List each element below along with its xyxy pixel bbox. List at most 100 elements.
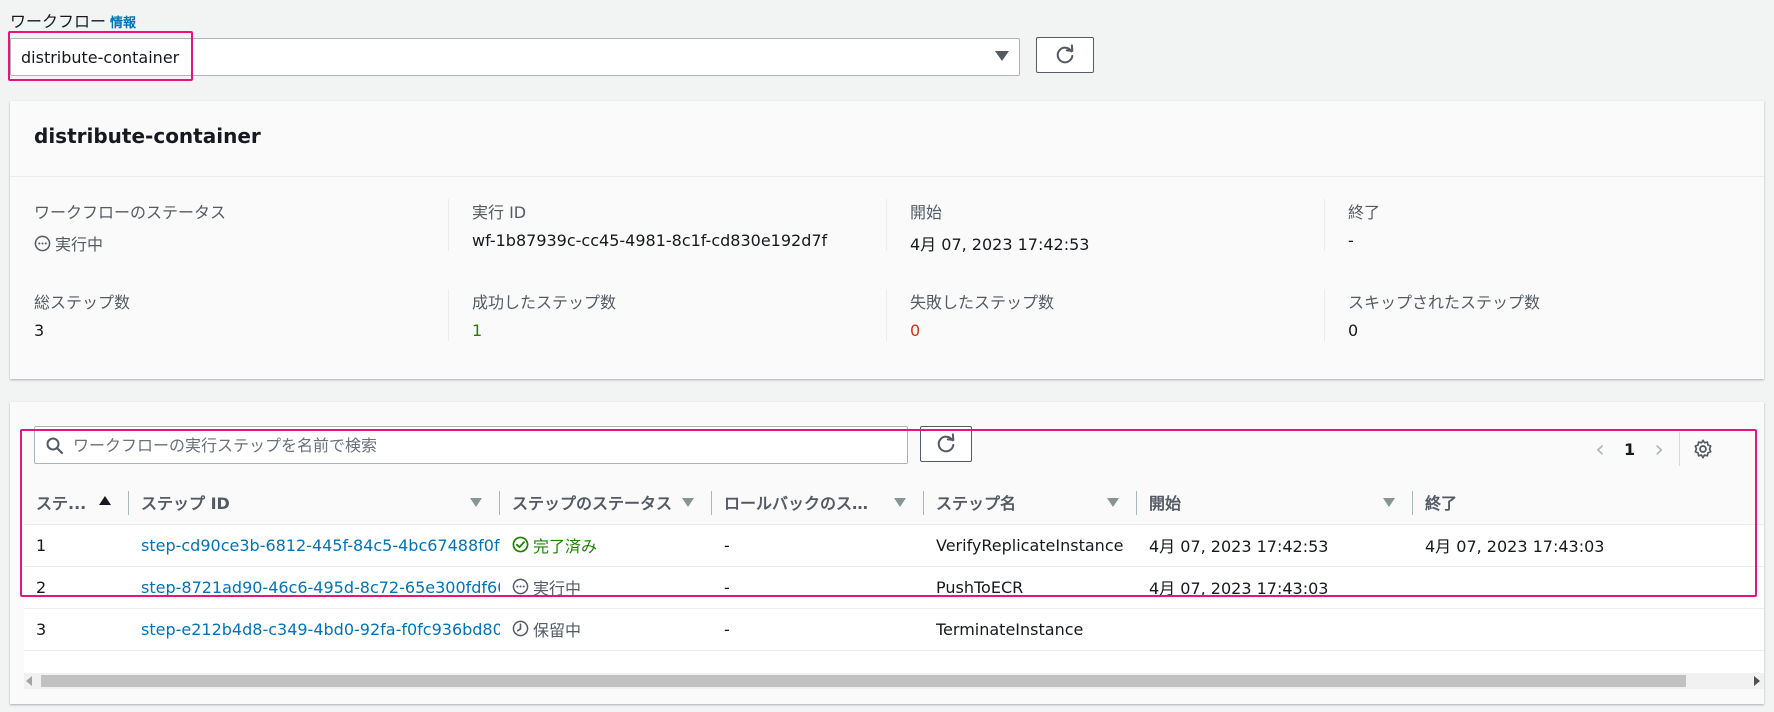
sort-icon — [470, 498, 482, 507]
info-link[interactable]: 情報 — [110, 16, 136, 31]
scroll-left-icon[interactable] — [26, 676, 32, 686]
cell-step-name: VerifyReplicateInstance — [924, 524, 1137, 567]
cell-end — [1413, 566, 1764, 609]
sort-icon — [894, 498, 906, 507]
workflow-summary-panel: distribute-container ワークフローのステータス 実行中 実行… — [10, 101, 1764, 379]
field-total-key: 総ステップ数 — [34, 293, 131, 312]
summary-body: ワークフローのステータス 実行中 実行 ID wf-1b87939c-cc45-… — [10, 178, 1764, 379]
cell-end — [1413, 608, 1764, 651]
col-header-step-name[interactable]: ステップ名 — [924, 481, 1137, 525]
step-search[interactable] — [34, 426, 908, 464]
gear-icon[interactable] — [1692, 438, 1714, 460]
col-header-step-status[interactable]: ステップのステータス — [500, 481, 712, 525]
step-search-input[interactable] — [73, 427, 893, 463]
refresh-workflows-button[interactable] — [1036, 37, 1094, 73]
field-failed-key: 失敗したステップ数 — [910, 293, 1055, 312]
field-end-value: - — [1348, 231, 1354, 250]
cell-step-status: 完了済み — [500, 524, 712, 567]
field-failed-value: 0 — [910, 321, 921, 340]
scrollbar-thumb[interactable] — [41, 675, 1686, 687]
cell-start: 4月 07, 2023 17:42:53 — [1137, 524, 1413, 567]
cell-rollback-status: - — [712, 608, 924, 651]
table-row: 1 step-cd90ce3b-6812-445f-84c5-4bc67488f… — [24, 524, 1764, 567]
workflow-select-value: distribute-container — [21, 48, 180, 67]
cell-step-name: TerminateInstance — [924, 608, 1137, 651]
field-start-key: 開始 — [910, 203, 943, 222]
field-status-text: 実行中 — [55, 235, 104, 254]
pager-divider — [1679, 432, 1681, 466]
steps-panel: ‹ 1 › ステ... ステップ ID ステップのステータス ロールバックのステ… — [10, 402, 1764, 704]
pagination: ‹ 1 › — [1590, 432, 1714, 466]
field-skipped-value: 0 — [1348, 321, 1359, 340]
workflow-label-text: ワークフロー — [10, 12, 107, 31]
field-skipped-key: スキップされたステップ数 — [1348, 293, 1541, 312]
col-header-start[interactable]: 開始 — [1137, 481, 1413, 525]
cell-start — [1137, 608, 1413, 651]
field-succeeded: 成功したステップ数 1 — [448, 289, 885, 341]
summary-title: distribute-container — [34, 124, 261, 148]
field-skipped: スキップされたステップ数 0 — [1324, 289, 1761, 341]
sort-icon — [1107, 498, 1119, 507]
step-id-link[interactable]: step-e212b4d8-c349-4bd0-92fa-f0fc936bd80… — [141, 620, 500, 639]
current-page[interactable]: 1 — [1624, 440, 1635, 459]
table-row: 3 step-e212b4d8-c349-4bd0-92fa-f0fc936bd… — [24, 608, 1764, 651]
refresh-icon — [1056, 44, 1074, 64]
cell-step-name: PushToECR — [924, 566, 1137, 609]
field-status-key: ワークフローのステータス — [34, 203, 227, 222]
cell-step-id: step-e212b4d8-c349-4bd0-92fa-f0fc936bd80… — [129, 608, 500, 651]
refresh-icon — [937, 433, 955, 453]
cell-rollback-status: - — [712, 524, 924, 567]
field-exec-id: 実行 ID wf-1b87939c-cc45-4981-8c1f-cd830e1… — [448, 199, 885, 251]
field-start-value: 4月 07, 2023 17:42:53 — [910, 235, 1090, 254]
field-end-key: 終了 — [1348, 203, 1381, 222]
horizontal-scrollbar[interactable] — [24, 673, 1764, 689]
cell-step-number: 3 — [24, 608, 129, 651]
step-id-link[interactable]: step-8721ad90-46c6-495d-8c72-65e300fdf60… — [141, 578, 500, 597]
field-exec-id-key: 実行 ID — [472, 203, 527, 222]
cell-step-status: 実行中 — [500, 566, 712, 609]
field-failed: 失敗したステップ数 0 — [886, 289, 1323, 341]
steps-table-container: ステ... ステップ ID ステップのステータス ロールバックのステ... ステ… — [24, 481, 1764, 673]
workflow-select[interactable]: distribute-container — [10, 38, 1020, 76]
check-circle-icon — [512, 536, 529, 553]
chevron-left-icon[interactable]: ‹ — [1590, 437, 1610, 461]
cell-end: 4月 07, 2023 17:43:03 — [1413, 524, 1764, 567]
status-text: 実行中 — [533, 578, 582, 598]
field-total-value: 3 — [34, 321, 45, 340]
field-status: ワークフローのステータス 実行中 — [10, 199, 447, 255]
in-progress-icon — [34, 235, 51, 251]
in-progress-icon — [512, 578, 529, 595]
cell-step-id: step-8721ad90-46c6-495d-8c72-65e300fdf60… — [129, 566, 500, 609]
field-end: 終了 - — [1324, 199, 1761, 251]
cell-start: 4月 07, 2023 17:43:03 — [1137, 566, 1413, 609]
refresh-steps-button[interactable] — [920, 426, 972, 462]
summary-header: distribute-container — [10, 101, 1764, 177]
field-exec-id-value: wf-1b87939c-cc45-4981-8c1f-cd830e192d7f — [472, 231, 828, 250]
status-text: 完了済み — [533, 536, 598, 556]
cell-step-id: step-cd90ce3b-6812-445f-84c5-4bc67488f0f… — [129, 524, 500, 567]
col-header-step-id[interactable]: ステップ ID — [129, 481, 500, 525]
field-status-value: 実行中 — [34, 231, 447, 255]
sort-ascending-icon — [99, 496, 111, 505]
caret-down-icon — [995, 51, 1009, 61]
cell-rollback-status: - — [712, 566, 924, 609]
field-total: 総ステップ数 3 — [10, 289, 447, 340]
table-row: 2 step-8721ad90-46c6-495d-8c72-65e300fdf… — [24, 566, 1764, 609]
field-start: 開始 4月 07, 2023 17:42:53 — [886, 199, 1323, 255]
steps-table: ステ... ステップ ID ステップのステータス ロールバックのステ... ステ… — [24, 481, 1764, 651]
cell-step-number: 1 — [24, 524, 129, 567]
sort-icon — [1383, 498, 1395, 507]
scroll-right-icon[interactable] — [1754, 676, 1760, 686]
col-header-step-number[interactable]: ステ... — [24, 481, 129, 525]
chevron-right-icon[interactable]: › — [1649, 437, 1669, 461]
field-succeeded-key: 成功したステップ数 — [472, 293, 617, 312]
status-text: 保留中 — [533, 620, 582, 640]
step-id-link[interactable]: step-cd90ce3b-6812-445f-84c5-4bc67488f0f… — [141, 536, 500, 555]
col-header-rollback-status[interactable]: ロールバックのステ... — [712, 481, 924, 525]
search-icon — [46, 437, 64, 455]
field-succeeded-value: 1 — [472, 321, 483, 340]
workflow-label: ワークフロー 情報 — [10, 8, 136, 32]
cell-step-number: 2 — [24, 566, 129, 609]
cell-step-status: 保留中 — [500, 608, 712, 651]
col-header-end[interactable]: 終了 — [1413, 481, 1764, 525]
